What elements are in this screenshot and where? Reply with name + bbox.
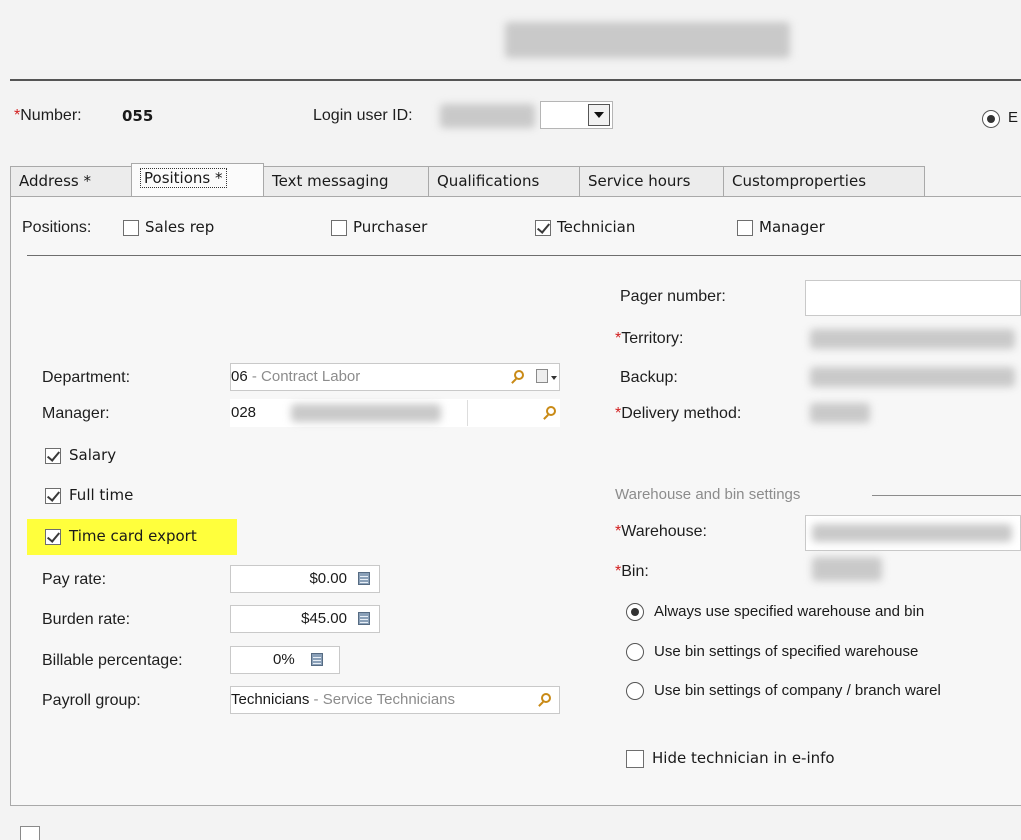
burden-rate-value: $45.00 [301, 610, 347, 627]
pay-rate-label: Pay rate: [42, 571, 107, 588]
burden-rate-field[interactable]: $45.00 [230, 605, 380, 633]
calculator-icon[interactable] [358, 612, 370, 625]
warehouse-bin-group-label: Warehouse and bin settings [615, 486, 801, 503]
tab-address[interactable]: Address * [10, 166, 132, 196]
chevron-down-icon [551, 376, 557, 380]
pager-number-field[interactable] [805, 280, 1021, 316]
number-value: 055 [122, 107, 154, 125]
search-icon[interactable] [541, 693, 551, 703]
tab-service-hours[interactable]: Service hours [579, 166, 724, 196]
pay-rate-value: $0.00 [309, 570, 347, 587]
use-warehouse-bin-settings-label: Use bin settings of specified warehouse [654, 643, 919, 660]
bin-value-blurred [812, 557, 882, 581]
department-label: Department: [42, 369, 131, 386]
billable-percentage-value: 0% [273, 651, 295, 668]
always-use-warehouse-label: Always use specified warehouse and bin [654, 603, 925, 620]
use-company-bin-settings-label: Use bin settings of company / branch war… [654, 682, 941, 699]
technician-label: Technician [557, 218, 636, 236]
window-title-blurred [505, 22, 790, 58]
billable-percentage-field[interactable]: 0% [230, 646, 340, 674]
tab-customproperties[interactable]: Customproperties [723, 166, 925, 196]
always-use-warehouse-radio[interactable] [626, 603, 644, 621]
login-user-id-label: Login user ID: [313, 107, 413, 124]
payroll-group-field[interactable]: Technicians - Service Technicians [230, 686, 560, 714]
tab-qualifications[interactable]: Qualifications [428, 166, 580, 196]
pager-number-label: Pager number: [620, 288, 726, 305]
number-label: *Number: [14, 107, 82, 124]
search-icon[interactable] [514, 370, 524, 380]
warehouse-value-blurred [812, 524, 1012, 542]
header-radio[interactable] [982, 110, 1000, 128]
burden-rate-label: Burden rate: [42, 611, 131, 628]
use-company-bin-settings-radio[interactable] [626, 682, 644, 700]
manager-field[interactable]: 028 [230, 399, 560, 427]
sales-rep-checkbox[interactable] [123, 220, 139, 236]
sales-rep-label: Sales rep [145, 218, 215, 236]
tab-positions[interactable]: Positions * [131, 163, 264, 197]
manager-label: Manager: [42, 405, 110, 422]
login-user-id-blurred [440, 104, 535, 128]
territory-label: *Territory: [615, 330, 684, 347]
delivery-method-value-blurred [810, 403, 870, 423]
delivery-method-label: *Delivery method: [615, 405, 742, 422]
warehouse-bin-group-line [872, 495, 1021, 496]
department-field[interactable]: 06 - Contract Labor [230, 363, 560, 391]
purchaser-label: Purchaser [353, 218, 428, 236]
search-icon[interactable] [546, 406, 556, 416]
positions-label: Positions: [22, 219, 92, 236]
calculator-icon[interactable] [311, 653, 323, 666]
warehouse-label: *Warehouse: [615, 523, 707, 540]
time-card-export-checkbox[interactable] [45, 529, 61, 545]
payroll-group-label: Payroll group: [42, 692, 141, 709]
salary-checkbox[interactable] [45, 448, 61, 464]
manager-code: 028 [231, 404, 257, 421]
login-user-id-dropdown[interactable] [540, 101, 613, 129]
technician-checkbox[interactable] [535, 220, 551, 236]
manager-label: Manager [759, 218, 825, 236]
department-value: 06 - Contract Labor [231, 368, 361, 385]
full-time-label: Full time [69, 486, 134, 504]
header-divider [10, 79, 1021, 81]
salary-label: Salary [69, 446, 117, 464]
purchaser-checkbox[interactable] [331, 220, 347, 236]
manager-name-blurred [291, 404, 441, 422]
territory-value-blurred [810, 329, 1015, 349]
hide-technician-label: Hide technician in e-info [652, 749, 835, 767]
backup-value-blurred [810, 367, 1015, 387]
hide-technician-checkbox[interactable] [626, 750, 644, 768]
lookup-menu-icon[interactable] [536, 369, 548, 383]
dropdown-button[interactable] [588, 104, 610, 126]
time-card-export-label: Time card export [69, 527, 197, 545]
payroll-group-value: Technicians - Service Technicians [231, 691, 456, 708]
billable-percentage-label: Billable percentage: [42, 652, 183, 669]
backup-label: Backup: [620, 369, 678, 386]
chevron-down-icon [594, 112, 604, 118]
calculator-icon[interactable] [358, 572, 370, 585]
full-time-checkbox[interactable] [45, 488, 61, 504]
bin-label: *Bin: [615, 563, 649, 580]
use-warehouse-bin-settings-radio[interactable] [626, 643, 644, 661]
pay-rate-field[interactable]: $0.00 [230, 565, 380, 593]
header-radio-label: E [1008, 109, 1019, 126]
tab-text-messaging[interactable]: Text messaging [263, 166, 429, 196]
manager-checkbox[interactable] [737, 220, 753, 236]
positions-divider [27, 255, 1021, 256]
